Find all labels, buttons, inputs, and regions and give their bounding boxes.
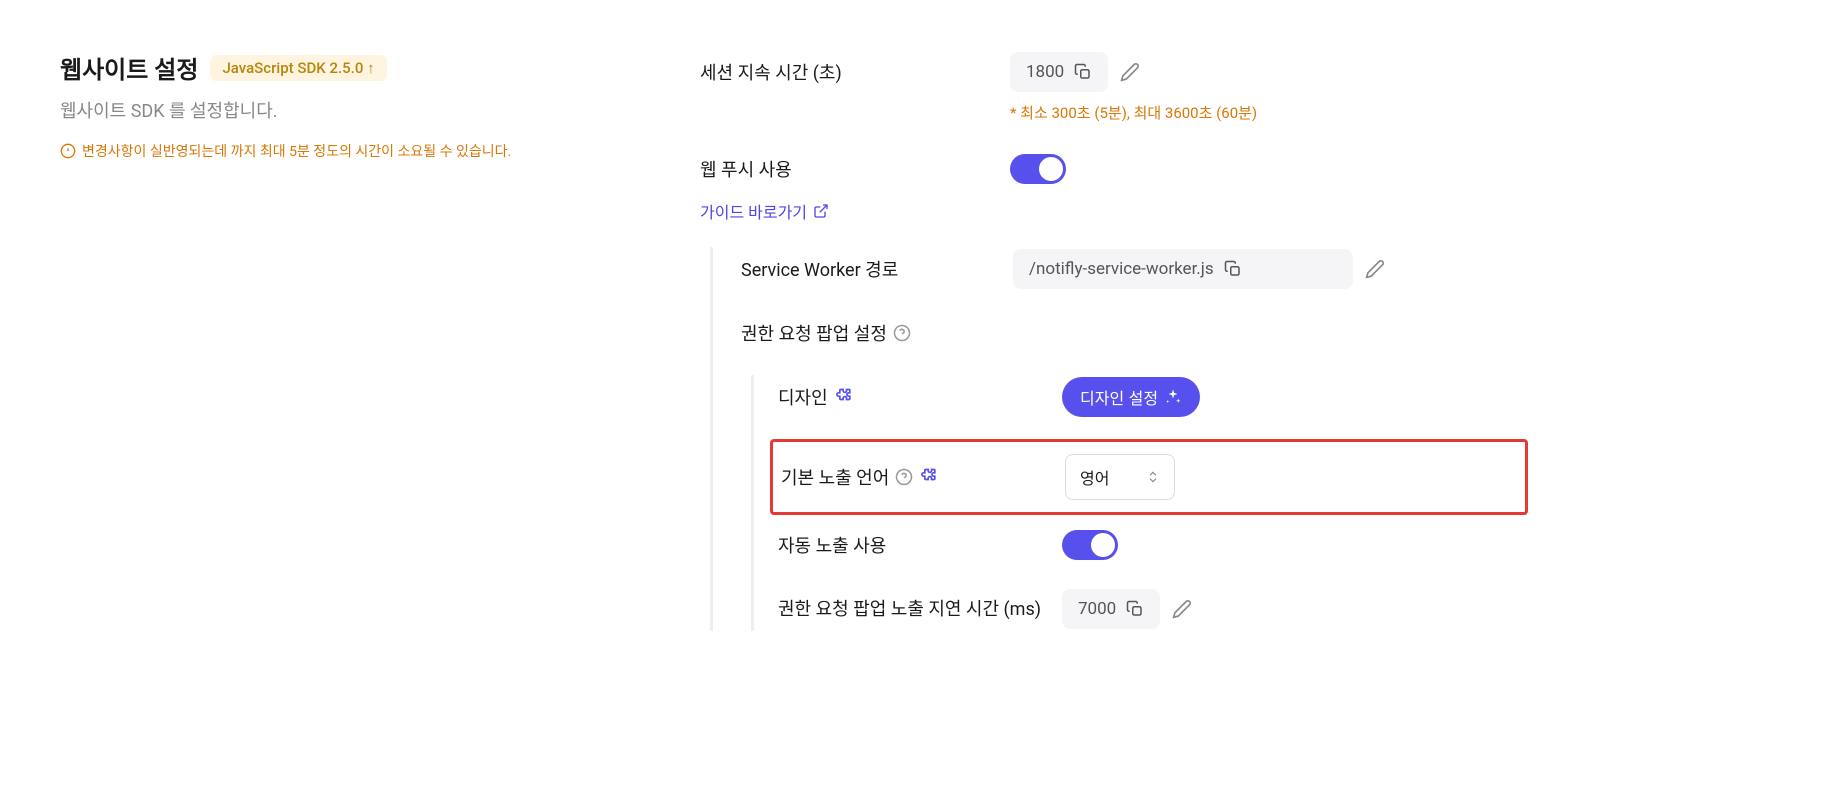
- copy-icon[interactable]: [1074, 63, 1092, 81]
- permission-popup-subsection: 디자인 디자인 설정: [751, 375, 1520, 631]
- default-language-label: 기본 노출 언어: [781, 464, 1065, 490]
- chevron-updown-icon: [1146, 470, 1160, 484]
- edit-icon[interactable]: [1172, 599, 1192, 619]
- web-push-subsection: Service Worker 경로 /notifly-service-worke…: [710, 247, 1520, 631]
- service-worker-value-box: /notifly-service-worker.js: [1013, 249, 1353, 289]
- popup-delay-label: 권한 요청 팝업 노출 지연 시간 (ms): [778, 596, 1062, 623]
- edit-icon[interactable]: [1120, 62, 1140, 82]
- service-worker-row: Service Worker 경로 /notifly-service-worke…: [741, 247, 1520, 291]
- external-link-icon: [813, 203, 829, 219]
- default-language-value: 영어: [1080, 465, 1109, 489]
- service-worker-value: /notifly-service-worker.js: [1029, 259, 1214, 279]
- session-duration-value-box: 1800: [1010, 52, 1108, 92]
- page-title: 웹사이트 설정: [60, 50, 198, 85]
- permission-popup-row: 권한 요청 팝업 설정: [741, 311, 1520, 355]
- sparkle-icon: [1164, 388, 1182, 406]
- guide-link[interactable]: 가이드 바로가기: [700, 199, 1520, 223]
- warning-text: 변경사항이 실반영되는데 까지 최대 5분 정도의 시간이 소요될 수 있습니다…: [82, 141, 511, 161]
- session-duration-label: 세션 지속 시간 (초): [700, 59, 1010, 85]
- popup-delay-value: 7000: [1078, 599, 1116, 619]
- warning-icon: [60, 143, 76, 159]
- guide-link-text: 가이드 바로가기: [700, 199, 807, 223]
- session-duration-value: 1800: [1026, 62, 1064, 82]
- session-duration-hint: * 최소 300초 (5분), 최대 3600초 (60분): [1010, 102, 1520, 123]
- web-push-label: 웹 푸시 사용: [700, 156, 1010, 182]
- popup-delay-row: 권한 요청 팝업 노출 지연 시간 (ms) 7000: [778, 587, 1520, 631]
- web-push-toggle[interactable]: [1010, 154, 1066, 184]
- copy-icon[interactable]: [1126, 600, 1144, 618]
- right-panel: 세션 지속 시간 (초) 1800 * 최소 300초 (5분), 최대 360…: [700, 50, 1520, 651]
- sdk-version-badge[interactable]: JavaScript SDK 2.5.0 ↑: [210, 55, 386, 81]
- web-push-row: 웹 푸시 사용: [700, 147, 1520, 191]
- auto-show-label: 자동 노출 사용: [778, 532, 1062, 558]
- service-worker-label: Service Worker 경로: [741, 256, 1013, 282]
- auto-show-row: 자동 노출 사용: [778, 523, 1520, 567]
- warning-message: 변경사항이 실반영되는데 까지 최대 5분 정도의 시간이 소요될 수 있습니다…: [60, 141, 620, 161]
- design-settings-button[interactable]: 디자인 설정: [1062, 377, 1200, 417]
- permission-popup-label: 권한 요청 팝업 설정: [741, 320, 1013, 346]
- help-icon[interactable]: [893, 324, 911, 342]
- help-icon[interactable]: [895, 468, 913, 486]
- default-language-select[interactable]: 영어: [1065, 454, 1175, 500]
- copy-icon[interactable]: [1224, 260, 1242, 278]
- design-label: 디자인: [778, 384, 1062, 410]
- puzzle-icon: [834, 387, 854, 407]
- auto-show-toggle[interactable]: [1062, 530, 1118, 560]
- left-panel: 웹사이트 설정 JavaScript SDK 2.5.0 ↑ 웹사이트 SDK …: [60, 50, 620, 651]
- design-row: 디자인 디자인 설정: [778, 375, 1520, 419]
- popup-delay-value-box: 7000: [1062, 589, 1160, 629]
- default-language-row-highlighted: 기본 노출 언어 영어: [770, 439, 1528, 515]
- edit-icon[interactable]: [1365, 259, 1385, 279]
- page-subtitle: 웹사이트 SDK 를 설정합니다.: [60, 97, 620, 123]
- puzzle-icon: [919, 467, 939, 487]
- session-duration-row: 세션 지속 시간 (초) 1800: [700, 50, 1520, 94]
